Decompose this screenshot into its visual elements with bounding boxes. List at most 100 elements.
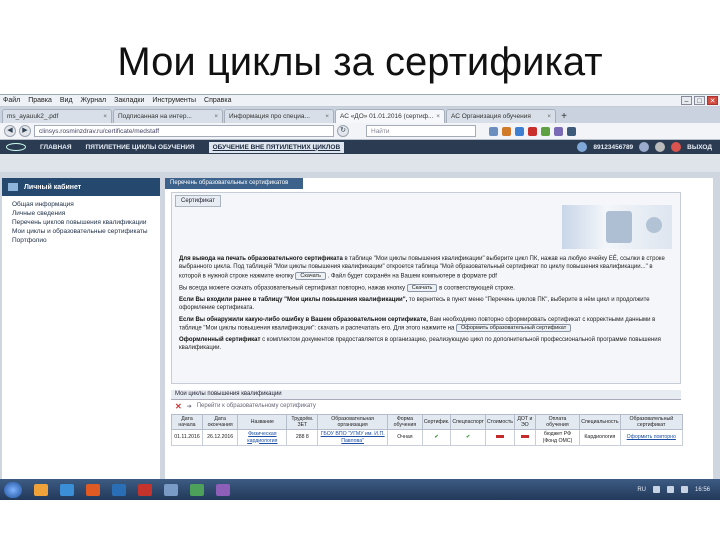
column-header[interactable]: Форма обучения bbox=[387, 414, 423, 430]
nav-five-year-cycles[interactable]: ПЯТИЛЕТНИЕ ЦИКЛЫ ОБУЧЕНИЯ bbox=[86, 144, 195, 151]
close-icon[interactable]: × bbox=[547, 113, 551, 123]
browser-tab[interactable]: ms_ayauuk2_.pdf × bbox=[2, 109, 112, 123]
explorer-icon[interactable] bbox=[34, 483, 48, 496]
cycles-table: Дата начала Дата окончания Название Труд… bbox=[171, 414, 684, 446]
sidebar-item-portfolio[interactable]: Портфолио bbox=[12, 236, 150, 245]
site-navigation: ГЛАВНАЯ ПЯТИЛЕТНИЕ ЦИКЛЫ ОБУЧЕНИЯ ОБУЧЕН… bbox=[0, 140, 720, 154]
cabinet-icon bbox=[8, 183, 18, 191]
minus-icon bbox=[495, 435, 504, 439]
menu-file[interactable]: Файл bbox=[3, 97, 20, 104]
reload-button[interactable]: ↻ bbox=[337, 125, 349, 137]
browser-tab[interactable]: Информация про специа... × bbox=[224, 109, 334, 123]
user-icon[interactable] bbox=[577, 142, 588, 152]
site-logo[interactable] bbox=[6, 143, 26, 151]
firefox-icon[interactable] bbox=[86, 483, 100, 496]
column-header[interactable]: Спецпаспорт bbox=[450, 414, 486, 430]
column-header[interactable]: Специальность bbox=[579, 414, 621, 430]
addon-icon[interactable] bbox=[541, 126, 550, 136]
back-button[interactable]: ◀ bbox=[4, 125, 16, 137]
browser-tab[interactable]: Подписанная на интер... × bbox=[113, 109, 223, 123]
logout-icon[interactable] bbox=[671, 142, 682, 152]
flag-icon[interactable] bbox=[680, 486, 688, 493]
word-icon[interactable] bbox=[112, 483, 126, 496]
forward-button[interactable]: ▶ bbox=[19, 125, 31, 137]
sidebar-item-my-cycles[interactable]: Мои циклы и образовательные сертификаты bbox=[12, 227, 150, 236]
volume-icon[interactable] bbox=[666, 486, 674, 493]
search-input[interactable]: Найти bbox=[366, 125, 476, 137]
browser-tab-active[interactable]: АС «ДО» 01.01.2016 (сертиф... × bbox=[335, 109, 445, 123]
minimize-button[interactable]: – bbox=[681, 96, 692, 105]
delete-icon[interactable]: ✕ bbox=[175, 402, 182, 411]
column-header[interactable]: Образовательная организация bbox=[317, 414, 388, 430]
menu-help[interactable]: Справка bbox=[204, 97, 231, 104]
app-icon[interactable] bbox=[190, 483, 204, 496]
column-header[interactable]: Образовательный сертификат bbox=[619, 414, 684, 430]
download-button[interactable]: Скачать bbox=[295, 271, 326, 280]
nav-home[interactable]: ГЛАВНАЯ bbox=[40, 144, 72, 151]
arrow-right-icon[interactable]: ➔ bbox=[187, 403, 192, 410]
column-header[interactable]: Дата начала bbox=[171, 414, 203, 430]
adblock-icon[interactable] bbox=[528, 126, 537, 136]
column-header[interactable]: Дата окончания bbox=[201, 414, 239, 430]
column-header[interactable]: Название bbox=[237, 414, 288, 430]
column-header[interactable]: Оплата обучения bbox=[534, 414, 581, 430]
url-input[interactable]: clinsys.rosminzdrav.ru/certificate/medst… bbox=[34, 125, 334, 137]
close-icon[interactable]: × bbox=[103, 113, 107, 123]
section-tab[interactable]: Перечень образовательных сертификатов bbox=[165, 178, 303, 189]
close-icon[interactable]: × bbox=[214, 113, 218, 123]
reissue-certificate-link[interactable]: Оформить повторно bbox=[619, 429, 684, 446]
close-icon[interactable]: × bbox=[436, 113, 440, 123]
menu-tools[interactable]: Инструменты bbox=[152, 97, 196, 104]
maximize-button[interactable]: □ bbox=[694, 96, 705, 105]
close-window-button[interactable]: ✕ bbox=[707, 96, 718, 105]
menu-icon[interactable] bbox=[567, 126, 576, 136]
app-icon[interactable] bbox=[164, 483, 178, 496]
column-header[interactable]: ДОТ и ЭО bbox=[513, 414, 536, 430]
sidebar-item-general[interactable]: Общая информация bbox=[12, 200, 150, 209]
bookmark-icon[interactable] bbox=[489, 126, 498, 136]
new-tab-button[interactable]: + bbox=[557, 111, 571, 123]
tab-certificate[interactable]: Сертификат bbox=[175, 195, 221, 207]
ie-icon[interactable] bbox=[60, 483, 74, 496]
acrobat-icon[interactable] bbox=[138, 483, 152, 496]
site-nav-right: 89123456789 ВЫХОД bbox=[577, 142, 720, 152]
menu-view[interactable]: Вид bbox=[60, 97, 73, 104]
sidebar-item-cycles-list[interactable]: Перечень циклов повышения квалификации bbox=[12, 218, 150, 227]
sidebar-item-personal[interactable]: Личные сведения bbox=[12, 209, 150, 218]
extension-icon[interactable] bbox=[554, 126, 563, 136]
cycle-name-link[interactable]: Физическая кардиология bbox=[237, 429, 288, 446]
regenerate-certificate-button[interactable]: Оформить образовательный сертификат bbox=[456, 324, 572, 332]
menu-bookmarks[interactable]: Закладки bbox=[114, 97, 144, 104]
logout-link[interactable]: ВЫХОД bbox=[687, 144, 712, 151]
menu-history[interactable]: Журнал bbox=[81, 97, 107, 104]
browser-tab[interactable]: АС Организация обучения × bbox=[446, 109, 556, 123]
download-again-button[interactable]: Скачать bbox=[406, 283, 438, 292]
sidebar-menu: Общая информация Личные сведения Перечен… bbox=[2, 196, 160, 249]
system-tray: RU 16:56 bbox=[637, 486, 720, 493]
slide-title: Мои циклы за сертификат bbox=[117, 40, 603, 84]
settings-icon[interactable] bbox=[655, 142, 666, 152]
table-row[interactable]: 01.11.2016 26.12.2016 Физическая кардиол… bbox=[171, 429, 684, 446]
browser-tabs: ms_ayauuk2_.pdf × Подписанная на интер...… bbox=[0, 107, 720, 123]
menu-edit[interactable]: Правка bbox=[28, 97, 52, 104]
decorative-photo bbox=[562, 205, 672, 249]
go-to-certificate-link[interactable]: Перейти к образовательному сертификату bbox=[197, 403, 316, 409]
language-indicator[interactable]: RU bbox=[637, 487, 646, 493]
clock[interactable]: 16:56 bbox=[695, 487, 710, 493]
organization-link[interactable]: ГБОУ ВПО "УГМУ им. И.П. Павлова" bbox=[317, 429, 388, 446]
download-icon[interactable] bbox=[502, 126, 511, 136]
network-icon[interactable] bbox=[652, 486, 660, 493]
column-header[interactable]: Сертифик. bbox=[421, 414, 452, 430]
user-phone[interactable]: 89123456789 bbox=[593, 144, 633, 151]
home-icon[interactable] bbox=[515, 126, 524, 136]
start-button[interactable] bbox=[4, 481, 22, 498]
app-icon[interactable] bbox=[216, 483, 230, 496]
mail-icon[interactable] bbox=[639, 142, 650, 152]
cycles-toolbar: ✕ ➔ Перейти к образовательному сертифика… bbox=[171, 401, 681, 411]
column-header[interactable]: Трудоём. ЗЕТ bbox=[286, 414, 319, 430]
table-header-row: Дата начала Дата окончания Название Труд… bbox=[171, 414, 684, 430]
nav-outside-cycles[interactable]: ОБУЧЕНИЕ ВНЕ ПЯТИЛЕТНИХ ЦИКЛОВ bbox=[208, 141, 345, 153]
close-icon[interactable]: × bbox=[325, 113, 329, 123]
window-controls: – □ ✕ bbox=[681, 96, 718, 105]
column-header[interactable]: Стоимость bbox=[484, 414, 515, 430]
